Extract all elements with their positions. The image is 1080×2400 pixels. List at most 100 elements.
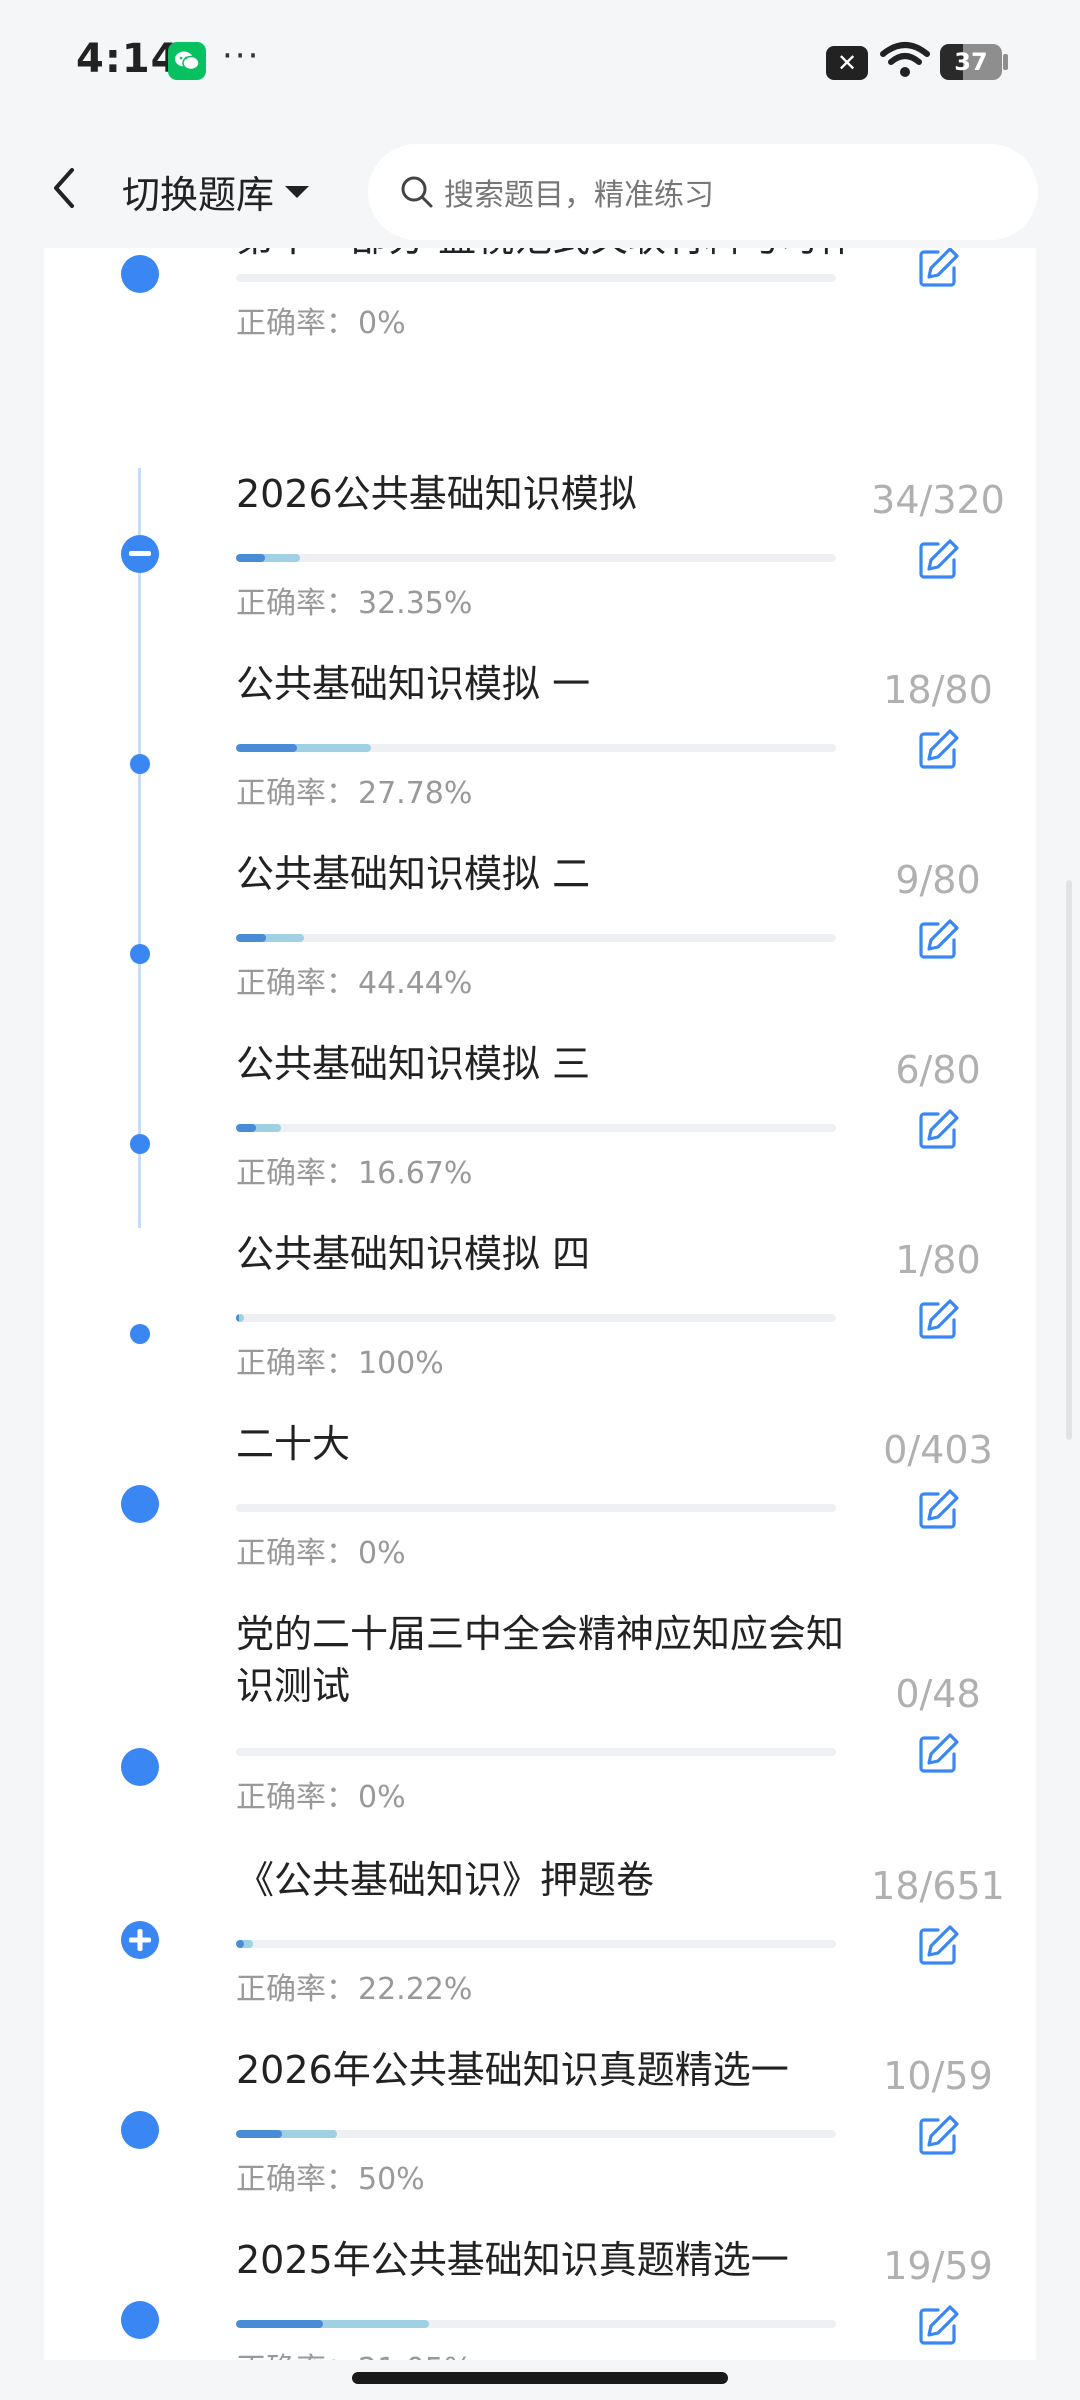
progress-bar (236, 744, 836, 752)
accuracy-rate: 正确率：27.78% (236, 768, 472, 812)
accuracy-rate: 正确率：21.05% (236, 2344, 472, 2360)
back-arrow-icon[interactable] (44, 160, 84, 216)
accuracy-value: 16.67% (358, 1156, 473, 1191)
progress-bar (236, 2320, 836, 2328)
bank-item[interactable]: 党的二十届三中全会精神应知应会知识测试 正确率：0% 0/48 (44, 1608, 1036, 1815)
question-count: 9/80 (895, 858, 981, 902)
accuracy-value: 100% (358, 1346, 444, 1381)
accuracy-label: 正确率： (236, 2352, 356, 2360)
accuracy-value: 32.35% (358, 586, 473, 621)
clock: 4:14 (76, 36, 180, 82)
question-count: 0/403 (883, 1428, 993, 1472)
caret-down-icon (285, 185, 310, 198)
practice-edit-icon[interactable] (916, 1732, 960, 1776)
bank-item[interactable]: 2026公共基础知识模拟 正确率：32.35% 34/320 (44, 468, 1036, 658)
progress-bar (236, 274, 836, 282)
question-count: 34/320 (871, 478, 1005, 522)
question-count: 10/59 (883, 2054, 993, 2098)
accuracy-value: 21.05% (358, 2352, 472, 2360)
bank-title: 公共基础知识模拟 四 (236, 1232, 591, 1276)
search-placeholder: 搜索题目，精准练习 (444, 178, 714, 213)
bank-title: 公共基础知识模拟 一 (236, 662, 591, 706)
accuracy-label: 正确率： (236, 306, 356, 341)
practice-edit-icon[interactable] (916, 1488, 960, 1532)
practice-edit-icon[interactable] (916, 918, 960, 962)
question-count: 0/48 (895, 1672, 981, 1716)
switch-bank-dropdown[interactable]: 切换题库 (122, 164, 310, 219)
status-bar: 4:14 ··· ✕ 37 (0, 0, 1080, 130)
question-count: 19/59 (883, 2244, 993, 2288)
bank-item[interactable]: 公共基础知识模拟 二正确率：44.44% 9/80 (44, 848, 1036, 1038)
accuracy-value: 50% (358, 2162, 425, 2197)
bank-title: 2026公共基础知识模拟 (236, 472, 637, 516)
timeline-dot-icon (130, 1134, 150, 1154)
question-count: 1/80 (895, 1238, 981, 1282)
battery-icon: 37 (940, 44, 1002, 80)
bank-item[interactable]: 2026年公共基础知识真题精选一 正确率：50% 10/59 (44, 2044, 1036, 2234)
bank-item[interactable]: 《公共基础知识》押题卷 正确率：22.22% 18/651 (44, 1854, 1036, 2044)
switch-bank-label: 切换题库 (122, 173, 275, 217)
timeline-dot-icon (121, 1485, 159, 1523)
question-count: 18/651 (871, 1864, 1005, 1908)
practice-edit-icon[interactable] (916, 2304, 960, 2348)
accuracy-rate: 正确率：16.67% (236, 1148, 472, 1192)
progress-bar (236, 554, 836, 562)
timeline-dot-icon (121, 2111, 159, 2149)
practice-edit-icon[interactable] (916, 538, 960, 582)
question-count: 18/80 (883, 668, 993, 712)
collapse-icon[interactable] (121, 535, 159, 573)
bank-title: 2026年公共基础知识真题精选一 (236, 2048, 789, 2092)
practice-edit-icon[interactable] (916, 248, 960, 290)
accuracy-rate: 正确率：0% (236, 298, 406, 342)
practice-edit-icon[interactable] (916, 1924, 960, 1968)
scrollbar[interactable] (1066, 880, 1072, 1440)
bank-title: 党的二十届三中全会精神应知应会知识测试 (236, 1612, 845, 1708)
accuracy-rate: 正确率：50% (236, 2154, 425, 2198)
practice-edit-icon[interactable] (916, 728, 960, 772)
accuracy-value: 0% (358, 306, 406, 341)
accuracy-rate: 正确率：22.22% (236, 1964, 472, 2008)
wifi-icon (880, 40, 930, 84)
bank-item[interactable]: 第十一部分 監視范式关联材料与习作正确率：0%0/7 (44, 248, 1036, 438)
accuracy-value: 44.44% (358, 966, 473, 1001)
bank-item[interactable]: 公共基础知识模拟 四正确率：100% 1/80 (44, 1228, 1036, 1418)
progress-bar (236, 1314, 836, 1322)
accuracy-rate: 正确率：44.44% (236, 958, 472, 1002)
accuracy-label: 正确率： (236, 586, 356, 621)
practice-edit-icon[interactable] (916, 2114, 960, 2158)
bank-item[interactable]: 2025年公共基础知识真题精选一正确率：21.05% 19/59 (44, 2234, 1036, 2360)
question-bank-list: 第十一部分 監視范式关联材料与习作正确率：0%0/72026公共基础知识模拟正确… (44, 248, 1036, 2360)
wechat-icon (168, 42, 206, 80)
timeline-dot-icon (130, 1324, 150, 1344)
bank-title: 公共基础知识模拟 三 (236, 1042, 591, 1086)
progress-bar (236, 1940, 836, 1948)
accuracy-label: 正确率： (236, 2162, 356, 2197)
expand-icon[interactable] (121, 1921, 159, 1959)
accuracy-value: 0% (358, 1536, 406, 1571)
bank-item[interactable]: 二十大 正确率：0% 0/403 (44, 1418, 1036, 1608)
sim-off-icon: ✕ (826, 46, 868, 80)
timeline-dot-icon (121, 1748, 159, 1786)
timeline-dot-icon (130, 754, 150, 774)
progress-bar (236, 1748, 836, 1756)
bank-item[interactable]: 公共基础知识模拟 一正确率：27.78% 18/80 (44, 658, 1036, 848)
accuracy-value: 0% (358, 1780, 406, 1815)
practice-edit-icon[interactable] (916, 1108, 960, 1152)
practice-edit-icon[interactable] (916, 1298, 960, 1342)
accuracy-label: 正确率： (236, 1972, 356, 2007)
home-indicator[interactable] (352, 2372, 728, 2384)
accuracy-rate: 正确率：32.35% (236, 578, 472, 622)
search-icon (401, 176, 433, 208)
accuracy-rate: 正确率：0% (236, 1528, 406, 1572)
accuracy-value: 27.78% (358, 776, 473, 811)
progress-bar (236, 934, 836, 942)
timeline-dot-icon (121, 2301, 159, 2339)
accuracy-label: 正确率： (236, 1536, 356, 1571)
bank-item[interactable]: 公共基础知识模拟 三正确率：16.67% 6/80 (44, 1038, 1036, 1228)
timeline-dot-icon (121, 255, 159, 293)
search-bar[interactable]: 搜索题目，精准练习 (368, 144, 1038, 240)
nav-bar: 切换题库 搜索题目，精准练习 (0, 130, 1080, 248)
bank-title: 2025年公共基础知识真题精选一 (236, 2238, 789, 2282)
accuracy-label: 正确率： (236, 1156, 356, 1191)
accuracy-value: 22.22% (358, 1972, 473, 2007)
